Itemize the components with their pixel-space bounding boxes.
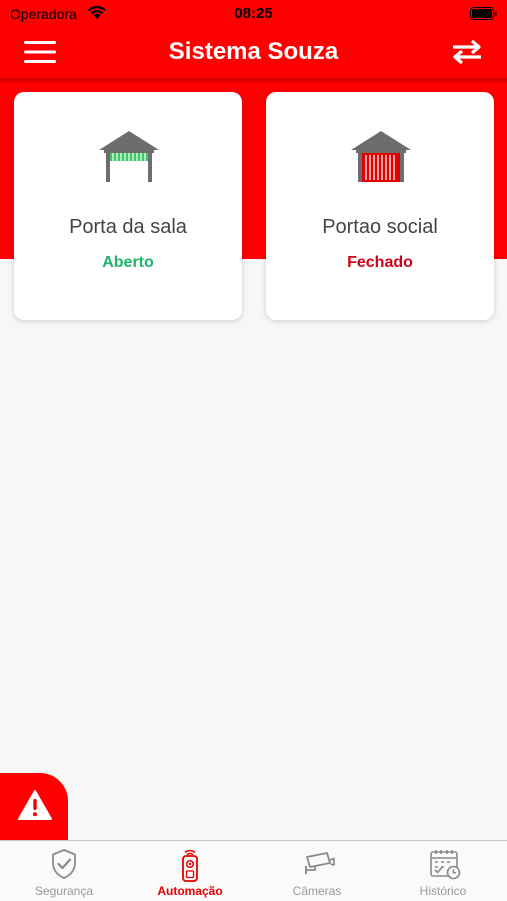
status-bar: Operadora 08:25 [0, 0, 507, 28]
warning-icon [18, 790, 52, 820]
page-title: Sistema Souza [168, 38, 339, 65]
garage-closed-icon [351, 131, 411, 182]
swap-arrows-icon[interactable] [451, 39, 483, 65]
clock: 08:25 [234, 5, 273, 22]
device-status-closed: Fechado [347, 254, 413, 271]
tab-label: Segurança [34, 884, 94, 898]
garage-open-icon [99, 131, 159, 182]
security-camera-icon [305, 852, 335, 874]
tab-cameras[interactable]: Câmeras [254, 841, 380, 901]
device-card-portao-social[interactable]: Portao social Fechado [266, 92, 494, 320]
device-name: Porta da sala [69, 216, 187, 238]
device-status-open: Aberto [102, 254, 154, 271]
tab-historico[interactable]: Histórico [380, 841, 506, 901]
navbar-shadow [0, 78, 507, 84]
device-name: Portao social [322, 216, 438, 238]
tab-automacao[interactable]: Automação [127, 841, 253, 901]
alert-button[interactable] [0, 773, 68, 840]
calendar-history-icon [430, 850, 461, 880]
device-card-porta-da-sala[interactable]: Porta da sala Aberto [14, 92, 242, 320]
bottom-tab-bar: Segurança Automação Câmeras Histórico [0, 840, 507, 901]
tab-seguranca[interactable]: Segurança [1, 841, 127, 901]
tab-label: Câmeras [292, 884, 342, 898]
tab-label: Histórico [419, 884, 467, 898]
top-navbar: Sistema Souza [0, 28, 507, 78]
tab-label: Automação [157, 884, 223, 898]
battery-icon [470, 7, 497, 20]
shield-check-icon [52, 849, 76, 879]
remote-control-icon [182, 849, 198, 882]
